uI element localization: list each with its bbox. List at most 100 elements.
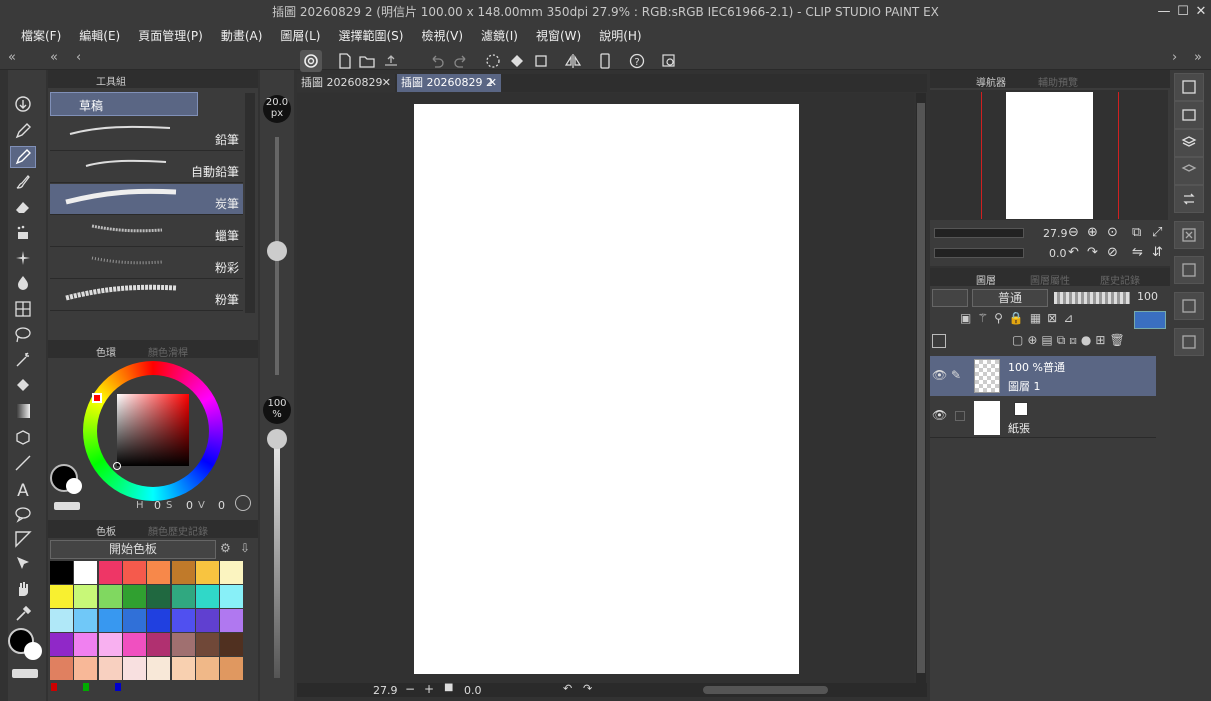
recent-red-swatch[interactable] (51, 683, 57, 691)
brush-list-scrollbar[interactable] (245, 93, 255, 313)
nav-rotate-left-icon[interactable]: ↶ (1068, 245, 1079, 260)
palette-swatch[interactable] (195, 633, 219, 656)
layer-color-button[interactable] (1134, 311, 1166, 329)
palette-swatch[interactable] (50, 609, 73, 632)
color-mode-icon[interactable] (235, 495, 251, 511)
nav-reset-rotation-icon[interactable]: ⊘ (1107, 245, 1118, 260)
close-button[interactable]: ✕ (1190, 0, 1211, 24)
palette-swatch[interactable] (74, 561, 98, 584)
palette-swatch[interactable] (50, 657, 73, 680)
nav-fit-window-icon[interactable]: ⧉ (1132, 225, 1141, 240)
material-2-icon[interactable] (1174, 292, 1204, 320)
palette-swatch[interactable] (147, 561, 171, 584)
menu-page[interactable]: 頁面管理(P) (129, 25, 212, 47)
palette-swatch[interactable] (195, 657, 219, 680)
opacity-slider[interactable] (274, 430, 280, 678)
brush-tool-icon[interactable] (10, 171, 36, 193)
palette-swatch[interactable] (122, 561, 146, 584)
status-angle-value[interactable]: 0.0 (464, 684, 482, 697)
brush-pencil[interactable]: 鉛筆 (50, 120, 243, 151)
color-slider-tab[interactable]: 顏色滑桿 (148, 344, 188, 359)
palette-swatch[interactable] (171, 633, 195, 656)
status-zoom-value[interactable]: 27.9 (373, 684, 398, 697)
color-marker[interactable] (113, 462, 121, 470)
blend-mode-select[interactable]: 普通 (972, 289, 1048, 307)
palette-swatch[interactable] (220, 585, 244, 608)
opacity-knob[interactable] (267, 429, 287, 449)
palette-swatch[interactable] (171, 609, 195, 632)
color-history-tab[interactable]: 顏色歷史記錄 (148, 523, 208, 538)
layer-lock-icons[interactable]: ▣⚚⚲🔒▦⊠⊿ (960, 311, 1156, 329)
palette-swatch[interactable] (122, 633, 146, 656)
nav-zoom-out-icon[interactable]: ⊖ (1068, 225, 1079, 240)
blend-tool-icon[interactable] (10, 272, 36, 294)
palette-swatch[interactable] (171, 657, 195, 680)
palette-swatch[interactable] (220, 633, 244, 656)
menu-window[interactable]: 視窗(W) (527, 25, 590, 47)
palette-swatch[interactable] (50, 633, 73, 656)
open-folder-icon[interactable] (356, 50, 378, 72)
canvas-vertical-scrollbar[interactable] (916, 93, 926, 683)
magic-wand-icon[interactable] (10, 349, 36, 371)
undo-icon[interactable] (426, 50, 448, 72)
layer-opacity-slider[interactable] (1054, 292, 1130, 304)
palette-swatch[interactable] (74, 585, 98, 608)
fill-icon[interactable] (506, 50, 528, 72)
collapse-left-2-icon[interactable]: « (50, 50, 58, 65)
palette-swatch[interactable] (195, 585, 219, 608)
palette-tab[interactable]: 色板 (96, 523, 116, 538)
layer-property-tab[interactable]: 圖層屬性 (1030, 272, 1070, 287)
search-icon[interactable] (658, 50, 680, 72)
clip-studio-icon[interactable] (300, 50, 322, 72)
menu-edit[interactable]: 編輯(E) (70, 25, 129, 47)
panel-sub-color[interactable] (66, 478, 82, 494)
eyedropper-tool-icon[interactable] (10, 603, 36, 625)
palette-swatch[interactable] (171, 561, 195, 584)
palette-swatch[interactable] (98, 585, 122, 608)
menu-layer[interactable]: 圖層(L) (271, 25, 329, 47)
brush-chalk[interactable]: 粉筆 (50, 280, 243, 311)
sub-view-toggle-icon[interactable] (1174, 101, 1204, 129)
palette-swatch[interactable] (98, 561, 122, 584)
palette-swatch[interactable] (50, 561, 73, 584)
palette-swatch[interactable] (195, 609, 219, 632)
brush-pastel[interactable]: 粉彩 (50, 248, 243, 279)
hand-tool-icon[interactable] (10, 578, 36, 600)
navigator-toggle-icon[interactable] (1174, 73, 1204, 101)
panel-transparent-color[interactable] (54, 502, 80, 510)
menu-view[interactable]: 檢視(V) (412, 25, 472, 47)
navigator-angle-slider[interactable] (934, 248, 1024, 258)
palette-set-select[interactable]: 開始色板 (50, 540, 216, 559)
export-icon[interactable] (380, 50, 402, 72)
menu-help[interactable]: 說明(H) (590, 25, 650, 47)
3d-tool-icon[interactable] (10, 427, 36, 449)
navigator-angle-value[interactable]: 0.0 (1049, 247, 1067, 260)
stop-icon[interactable]: ■ (444, 682, 453, 693)
palette-swatch[interactable] (220, 609, 244, 632)
pencil-tool-icon[interactable] (10, 146, 36, 168)
sub-tool-tab[interactable]: 工具組 (96, 73, 126, 88)
flip-horizontal-icon[interactable] (562, 50, 584, 72)
palette-swatch[interactable] (122, 609, 146, 632)
sparkle-tool-icon[interactable] (10, 247, 36, 269)
palette-swatch[interactable] (98, 657, 122, 680)
transform-icon[interactable] (530, 50, 552, 72)
menu-filter[interactable]: 濾鏡(I) (472, 25, 527, 47)
nav-flip-horizontal-icon[interactable]: ⇋ (1132, 245, 1143, 260)
navigator-zoom-value[interactable]: 27.9 (1043, 227, 1068, 240)
visibility-eye-icon[interactable]: 👁 (932, 408, 947, 422)
color-wheel-tab[interactable]: 色環 (96, 344, 116, 359)
hue-marker[interactable] (92, 393, 102, 403)
menu-selection[interactable]: 選擇範圍(S) (329, 25, 412, 47)
nav-zoom-in-icon[interactable]: ⊕ (1087, 225, 1098, 240)
import-icon[interactable]: ⇩ (240, 541, 256, 557)
chevron-right-icon[interactable]: › (1172, 50, 1177, 65)
clear-icon[interactable] (482, 50, 504, 72)
brush-crayon[interactable]: 蠟筆 (50, 216, 243, 247)
layer-options-icon[interactable] (932, 334, 946, 348)
zoom-out-icon[interactable]: − (405, 682, 415, 696)
nav-fullscreen-icon[interactable]: ⤢ (1152, 225, 1162, 240)
canvas-horizontal-scrollbar[interactable] (703, 686, 828, 694)
history-toggle-icon[interactable] (1174, 185, 1204, 213)
sub-tool-group-draft[interactable]: 草稿 (50, 92, 198, 116)
